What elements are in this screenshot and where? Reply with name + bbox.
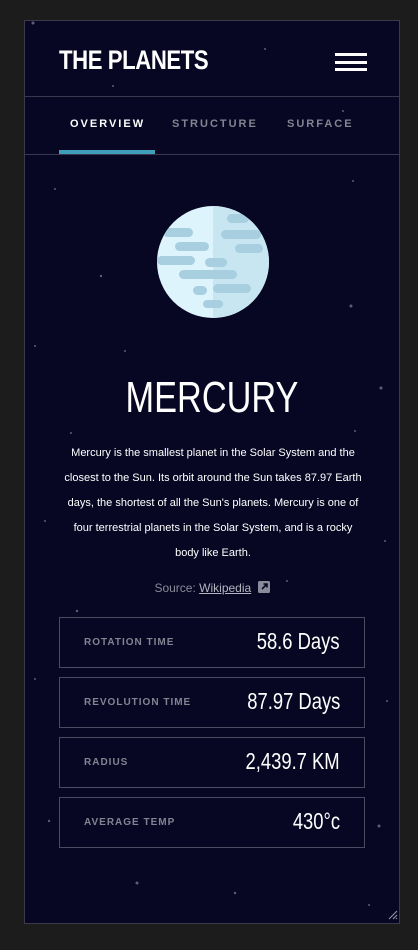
stat-value: 58.6 Days <box>257 628 340 654</box>
app-frame: THE PLANETS OVERVIEW STRUCTURE SURFACE M… <box>24 20 400 924</box>
tab-structure[interactable]: STRUCTURE <box>172 118 258 130</box>
stat-label: REVOLUTION TIME <box>84 697 192 708</box>
stat-value: 87.97 Days <box>246 688 340 714</box>
stat-average-temp: AVERAGE TEMP 430°c <box>59 797 365 848</box>
wikipedia-link[interactable]: Wikipedia <box>199 581 251 595</box>
hamburger-menu-icon[interactable] <box>335 53 367 71</box>
site-logo[interactable]: THE PLANETS <box>59 45 209 76</box>
source-line: Source: Wikipedia <box>25 581 399 595</box>
resize-handle-icon[interactable] <box>386 908 398 920</box>
stat-value: 2,439.7 KM <box>245 748 340 774</box>
tab-surface[interactable]: SURFACE <box>287 118 354 130</box>
mercury-planet-icon <box>157 206 269 318</box>
stat-label: ROTATION TIME <box>84 637 175 648</box>
tab-overview[interactable]: OVERVIEW <box>70 118 145 130</box>
menu-bar <box>335 53 367 56</box>
planet-name: MERCURY <box>125 373 299 422</box>
stat-revolution-time: REVOLUTION TIME 87.97 Days <box>59 677 365 728</box>
menu-bar <box>335 60 367 64</box>
stat-label: RADIUS <box>84 757 129 768</box>
external-link-icon[interactable] <box>257 581 270 593</box>
site-header: THE PLANETS <box>25 21 399 97</box>
stat-radius: RADIUS 2,439.7 KM <box>59 737 365 788</box>
menu-bar <box>335 68 367 71</box>
active-tab-indicator <box>59 150 155 154</box>
stat-rotation-time: ROTATION TIME 58.6 Days <box>59 617 365 668</box>
stat-label: AVERAGE TEMP <box>84 817 176 828</box>
planet-tabs: OVERVIEW STRUCTURE SURFACE <box>25 97 399 155</box>
stat-value: 430°c <box>292 808 340 834</box>
source-prefix: Source: <box>154 581 196 595</box>
planet-description: Mercury is the smallest planet in the So… <box>64 447 362 559</box>
